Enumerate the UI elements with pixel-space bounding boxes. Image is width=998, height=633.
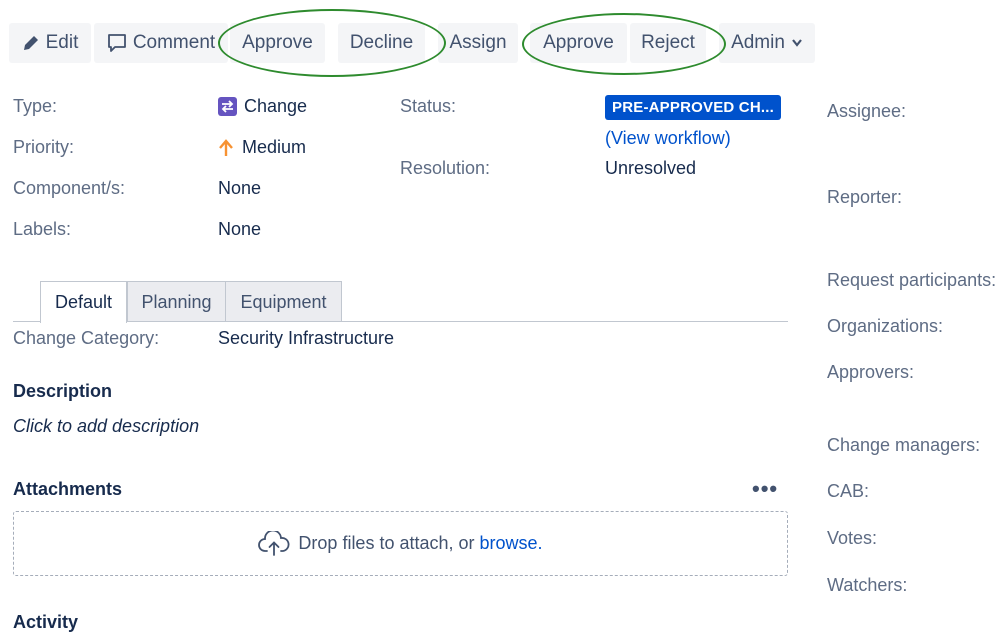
cab-label: CAB: [827,481,870,501]
admin-label: Admin [731,32,785,53]
attachment-dropzone[interactable]: Drop files to attach, or browse. [13,511,788,576]
tab-planning[interactable]: Planning [127,281,226,322]
status-lozenge[interactable]: PRE-APPROVED CH... [605,95,781,120]
type-value-text: Change [244,96,308,116]
resolution-label: Resolution: [400,158,491,178]
priority-value-text: Medium [242,137,307,157]
request-participants-label: Request participants: [827,270,997,290]
approve-button-1[interactable]: Approve [230,23,325,63]
tab-equipment[interactable]: Equipment [225,281,342,322]
comment-icon [107,33,127,53]
view-workflow-link[interactable]: View workflow [611,128,725,148]
status-label: Status: [400,96,457,116]
resolution-value: Unresolved [605,158,697,178]
change-category-label: Change Category: [13,328,160,348]
reject-button[interactable]: Reject [630,23,706,63]
assign-button[interactable]: Assign [438,23,518,63]
organizations-label: Organizations: [827,316,944,336]
type-value: Change [218,96,307,117]
pencil-icon [22,34,40,52]
change-category-value[interactable]: Security Infrastructure [218,328,394,349]
cloud-upload-icon [258,530,290,557]
reporter-label: Reporter: [827,187,903,207]
change-managers-label: Change managers: [827,435,981,455]
description-placeholder[interactable]: Click to add description [13,416,199,437]
change-type-icon [218,97,237,116]
components-value[interactable]: None [218,178,261,199]
arrow-up-icon [218,138,234,157]
labels-value[interactable]: None [218,219,261,240]
browse-link[interactable]: browse [480,533,538,554]
approve-button-2[interactable]: Approve [530,23,627,63]
assignee-label: Assignee: [827,101,907,121]
decline-button[interactable]: Decline [338,23,425,63]
view-workflow-close-paren: ) [724,128,731,148]
browse-period: . [537,533,543,553]
view-workflow: (View workflow) [605,128,731,149]
comment-label: Comment [132,32,216,53]
tab-default[interactable]: Default [40,281,127,323]
priority-label: Priority: [13,137,75,157]
watchers-label: Watchers: [827,575,908,595]
edit-label: Edit [45,32,79,53]
votes-label: Votes: [827,528,878,548]
edit-button[interactable]: Edit [9,23,91,63]
approvers-label: Approvers: [827,362,915,382]
type-label: Type: [13,96,58,116]
priority-value: Medium [218,137,306,158]
tab-divider [13,321,788,322]
labels-label: Labels: [13,219,72,239]
components-label: Component/s: [13,178,126,198]
activity-heading: Activity [13,612,79,632]
admin-button[interactable]: Admin [719,23,815,63]
drop-text: Drop files to attach, or [298,533,480,553]
description-heading: Description [13,381,113,401]
attachments-heading: Attachments [13,479,123,499]
attachments-more-button[interactable]: ••• [752,476,778,502]
comment-button[interactable]: Comment [94,23,228,63]
chevron-down-icon [791,38,803,48]
